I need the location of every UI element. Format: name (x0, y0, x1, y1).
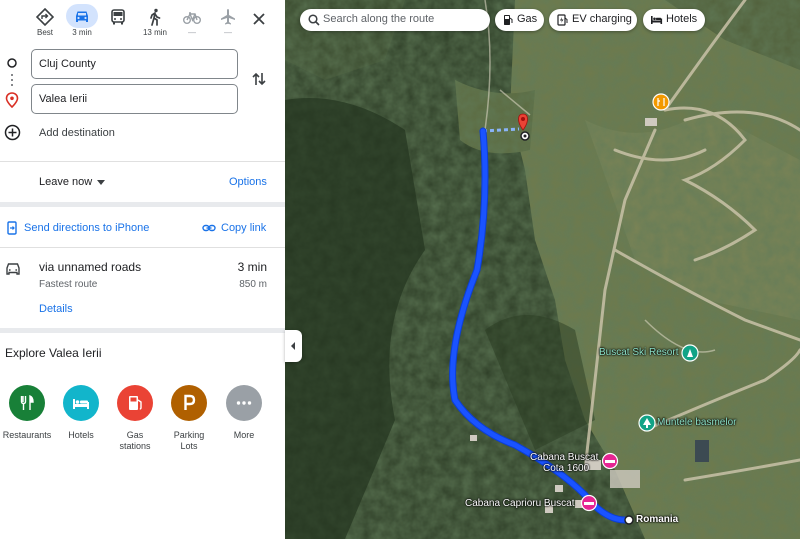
map-label-romania: Romania (636, 514, 679, 525)
origin-marker-icon (624, 515, 634, 525)
destination-input[interactable]: Valea Ierii (31, 84, 238, 114)
swap-icon (252, 72, 266, 86)
bed-icon (73, 399, 89, 409)
park-poi-icon (638, 414, 656, 432)
destination-pin-icon (5, 92, 19, 108)
mode-driving[interactable]: 3 min (62, 4, 102, 40)
map-label-cabana-caprioru[interactable]: Cabana Caprioru Buscat (465, 498, 575, 509)
mode-flight[interactable]: — (208, 6, 248, 40)
best-route-icon (36, 8, 54, 26)
origin-input[interactable]: Cluj County (31, 49, 238, 79)
ev-charging-icon (557, 14, 568, 26)
fork-knife-icon (20, 395, 34, 410)
hotel-poi-icon (580, 494, 598, 512)
origin-circle-icon (7, 58, 17, 68)
chip-ev-label: EV charging (572, 13, 632, 25)
mode-best[interactable]: Best (25, 6, 65, 40)
mode-walking-label: 13 min (142, 28, 167, 37)
chevron-left-icon (291, 342, 295, 350)
send-to-phone-link[interactable]: Send directions to iPhone (6, 221, 149, 237)
explore-title: Explore Valea Ierii (5, 346, 102, 360)
category-label: More (233, 430, 255, 440)
airplane-icon (221, 9, 235, 25)
send-to-phone-label: Send directions to iPhone (24, 222, 150, 234)
section-divider (0, 328, 285, 333)
fuel-icon (129, 396, 142, 410)
map-label-muntele[interactable]: Muntele basmelor (657, 417, 736, 428)
search-placeholder: Search along the route (323, 13, 435, 25)
search-icon (308, 14, 320, 26)
chip-ev-charging[interactable]: EV charging (549, 9, 637, 31)
mode-cycling[interactable]: — (172, 6, 212, 40)
parking-icon (184, 394, 196, 410)
divider (0, 247, 285, 248)
bicycle-icon (183, 12, 201, 24)
ski-resort-poi-icon (681, 344, 699, 362)
section-divider (0, 202, 285, 207)
category-gas-stations[interactable]: Gas stations (105, 385, 165, 452)
category-more[interactable]: More (214, 385, 274, 441)
mode-flight-label: — (224, 28, 232, 37)
map-label-cota[interactable]: Cota 1600 (543, 463, 589, 474)
leave-now-dropdown[interactable]: Leave now (39, 176, 92, 188)
dropdown-caret-icon (97, 180, 105, 185)
directions-panel: Best 3 min 13 min — — Cluj County Valea … (0, 0, 285, 539)
chip-hotels-label: Hotels (666, 13, 698, 25)
mode-best-label: Best (36, 28, 53, 37)
mode-cycling-label: — (188, 28, 196, 37)
walking-icon (150, 8, 161, 26)
search-along-route-input[interactable]: Search along the route (300, 9, 490, 31)
category-label: Parking Lots (173, 430, 205, 451)
options-link[interactable]: Options (229, 176, 267, 188)
collapse-panel-button[interactable] (285, 330, 302, 362)
restaurant-poi-icon (652, 93, 670, 111)
fuel-icon (504, 15, 513, 25)
car-icon (6, 263, 20, 275)
category-parking-lots[interactable]: Parking Lots (159, 385, 219, 452)
category-restaurants[interactable]: Restaurants (0, 385, 57, 441)
car-icon (76, 11, 88, 22)
close-icon (253, 13, 265, 25)
category-label: Restaurants (2, 430, 52, 440)
copy-link-button[interactable]: Copy link (202, 221, 266, 237)
details-link[interactable]: Details (39, 303, 73, 315)
hotel-poi-icon (601, 452, 619, 470)
category-hotels[interactable]: Hotels (51, 385, 111, 441)
chip-gas[interactable]: Gas (495, 9, 544, 31)
copy-link-label: Copy link (221, 222, 267, 234)
bus-icon (111, 9, 125, 25)
travel-mode-bar: Best 3 min 13 min — — (0, 0, 285, 44)
category-label: Hotels (68, 430, 94, 440)
bed-icon (651, 16, 663, 24)
route-time: 3 min (237, 260, 267, 274)
divider (0, 161, 285, 162)
map-label-cabana-buscat[interactable]: Cabana Buscat (530, 452, 598, 463)
chip-gas-label: Gas (517, 13, 538, 25)
send-to-device-icon (7, 221, 17, 235)
satellite-map[interactable]: Buscat Ski Resort Muntele basmelor Caban… (285, 0, 800, 539)
add-destination-button[interactable]: Add destination (4, 124, 115, 144)
mode-driving-label: 3 min (72, 28, 92, 37)
route-subtitle: Fastest route (39, 279, 98, 290)
add-destination-label: Add destination (39, 127, 115, 139)
route-distance: 850 m (239, 279, 267, 290)
category-label: Gas stations (119, 430, 151, 451)
mode-transit[interactable] (98, 6, 138, 40)
mode-walking[interactable]: 13 min (135, 6, 175, 40)
route-dots (11, 74, 13, 90)
link-icon (202, 224, 216, 232)
close-directions-button[interactable] (248, 8, 270, 30)
map-label-ski-resort[interactable]: Buscat Ski Resort (599, 347, 678, 358)
chip-hotels[interactable]: Hotels (643, 9, 705, 31)
add-circle-icon (4, 124, 21, 141)
route-via[interactable]: via unnamed roads (39, 260, 141, 274)
swap-locations-button[interactable] (250, 70, 268, 88)
more-icon (236, 401, 252, 405)
